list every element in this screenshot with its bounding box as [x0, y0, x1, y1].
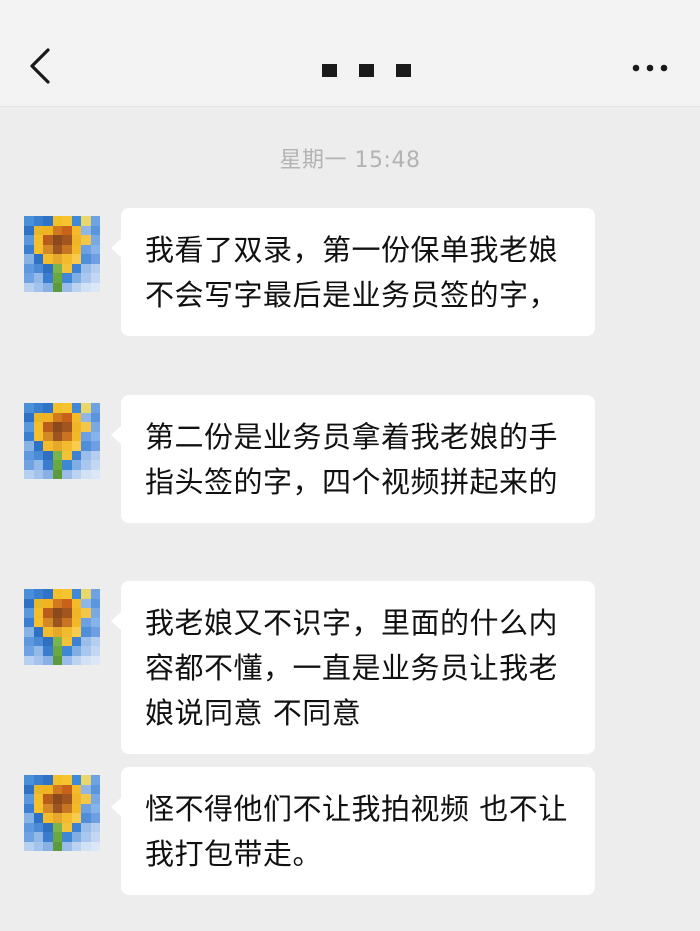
message-bubble[interactable]: 第二份是业务员拿着我老娘的手指头签的字，四个视频拼起来的 — [111, 395, 595, 523]
avatar[interactable] — [24, 775, 100, 851]
chat-title-redacted — [322, 64, 411, 77]
more-options-button[interactable] — [630, 58, 670, 78]
message-bubble[interactable]: 我老娘又不识字，里面的什么内容都不懂，一直是业务员让我老娘说同意 不同意 — [111, 581, 595, 754]
message-bubble[interactable]: 怪不得他们不让我拍视频 也不让我打包带走。 — [111, 767, 595, 895]
avatar[interactable] — [24, 589, 100, 665]
message-timestamp: 星期一 15:48 — [279, 148, 421, 173]
message-bubble[interactable]: 我看了双录，第一份保单我老娘不会写字最后是业务员签的字， — [111, 208, 595, 336]
avatar[interactable] — [24, 216, 100, 292]
back-button[interactable] — [22, 44, 58, 88]
chat-header — [0, 0, 700, 107]
chevron-left-icon — [30, 48, 50, 84]
avatar[interactable] — [24, 403, 100, 479]
more-dots-icon — [632, 64, 668, 72]
